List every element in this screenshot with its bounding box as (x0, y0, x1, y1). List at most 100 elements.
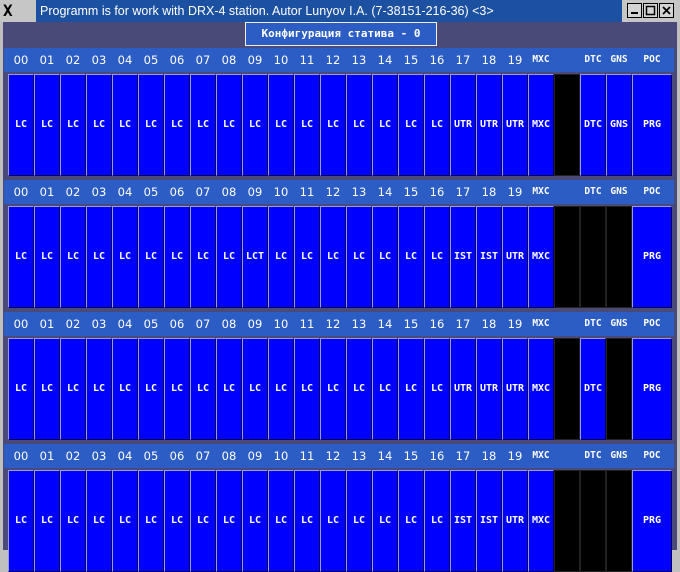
board-slot-lc[interactable]: LC (372, 338, 398, 440)
board-slot-utr[interactable]: UTR (502, 74, 528, 176)
board-slot-lc[interactable]: LC (86, 338, 112, 440)
board-slot-lc[interactable]: LC (398, 74, 424, 176)
board-slot-lc[interactable]: LC (8, 338, 34, 440)
board-slot-lc[interactable]: LC (190, 470, 216, 572)
board-slot-lc[interactable]: LC (242, 470, 268, 572)
board-slot-mxc[interactable]: MXC (528, 206, 554, 308)
board-slot-lc[interactable]: LC (60, 338, 86, 440)
board-slot-prg[interactable]: PRG (632, 74, 672, 176)
board-slot-mxc[interactable]: MXC (528, 74, 554, 176)
board-slot-lc[interactable]: LC (398, 338, 424, 440)
board-slot-mxc[interactable]: MXC (528, 338, 554, 440)
board-slot-lc[interactable]: LC (112, 338, 138, 440)
board-slot-lc[interactable]: LC (190, 338, 216, 440)
board-slot-mxc[interactable]: MXC (528, 470, 554, 572)
board-slot-lc[interactable]: LC (294, 206, 320, 308)
empty-slot[interactable] (606, 338, 632, 440)
board-slot-lc[interactable]: LC (8, 206, 34, 308)
board-slot-lc[interactable]: LC (294, 470, 320, 572)
board-slot-lc[interactable]: LC (34, 206, 60, 308)
x-window-icon[interactable]: X (3, 2, 21, 20)
board-slot-utr[interactable]: UTR (450, 74, 476, 176)
board-slot-utr[interactable]: UTR (476, 74, 502, 176)
board-slot-lc[interactable]: LC (268, 338, 294, 440)
board-slot-lc[interactable]: LC (34, 470, 60, 572)
board-slot-lc[interactable]: LC (138, 338, 164, 440)
board-slot-lc[interactable]: LC (34, 338, 60, 440)
board-slot-lc[interactable]: LC (112, 74, 138, 176)
board-slot-lc[interactable]: LC (216, 338, 242, 440)
board-slot-lc[interactable]: LC (424, 470, 450, 572)
board-slot-lc[interactable]: LC (112, 206, 138, 308)
board-slot-utr[interactable]: UTR (502, 338, 528, 440)
board-slot-lc[interactable]: LC (346, 470, 372, 572)
maximize-button[interactable] (643, 3, 658, 18)
board-slot-lc[interactable]: LC (8, 470, 34, 572)
board-slot-lc[interactable]: LC (60, 470, 86, 572)
board-slot-lc[interactable]: LC (294, 338, 320, 440)
board-slot-lc[interactable]: LC (34, 74, 60, 176)
board-slot-lct[interactable]: LCT (242, 206, 268, 308)
empty-slot[interactable] (554, 206, 580, 308)
board-slot-lc[interactable]: LC (268, 74, 294, 176)
board-slot-lc[interactable]: LC (424, 206, 450, 308)
board-slot-utr[interactable]: UTR (450, 338, 476, 440)
board-slot-lc[interactable]: LC (216, 470, 242, 572)
close-button[interactable] (659, 3, 674, 18)
board-slot-lc[interactable]: LC (372, 206, 398, 308)
board-slot-lc[interactable]: LC (320, 470, 346, 572)
board-slot-lc[interactable]: LC (320, 74, 346, 176)
empty-slot[interactable] (554, 338, 580, 440)
board-slot-lc[interactable]: LC (346, 338, 372, 440)
board-slot-lc[interactable]: LC (268, 470, 294, 572)
board-slot-lc[interactable]: LC (216, 206, 242, 308)
board-slot-utr[interactable]: UTR (502, 470, 528, 572)
board-slot-lc[interactable]: LC (268, 206, 294, 308)
board-slot-gns[interactable]: GNS (606, 74, 632, 176)
board-slot-lc[interactable]: LC (112, 470, 138, 572)
board-slot-ist[interactable]: IST (450, 206, 476, 308)
board-slot-lc[interactable]: LC (242, 338, 268, 440)
board-slot-lc[interactable]: LC (398, 470, 424, 572)
board-slot-lc[interactable]: LC (138, 206, 164, 308)
empty-slot[interactable] (554, 470, 580, 572)
board-slot-lc[interactable]: LC (164, 470, 190, 572)
empty-slot[interactable] (606, 206, 632, 308)
board-slot-lc[interactable]: LC (216, 74, 242, 176)
board-slot-lc[interactable]: LC (294, 74, 320, 176)
board-slot-lc[interactable]: LC (86, 206, 112, 308)
board-slot-dtc[interactable]: DTC (580, 74, 606, 176)
board-slot-lc[interactable]: LC (346, 206, 372, 308)
board-slot-ist[interactable]: IST (450, 470, 476, 572)
board-slot-lc[interactable]: LC (372, 470, 398, 572)
empty-slot[interactable] (580, 206, 606, 308)
board-slot-prg[interactable]: PRG (632, 206, 672, 308)
board-slot-lc[interactable]: LC (320, 338, 346, 440)
board-slot-utr[interactable]: UTR (502, 206, 528, 308)
board-slot-prg[interactable]: PRG (632, 470, 672, 572)
board-slot-lc[interactable]: LC (138, 470, 164, 572)
board-slot-lc[interactable]: LC (424, 74, 450, 176)
board-slot-utr[interactable]: UTR (476, 338, 502, 440)
board-slot-lc[interactable]: LC (60, 74, 86, 176)
board-slot-lc[interactable]: LC (164, 206, 190, 308)
board-slot-lc[interactable]: LC (190, 74, 216, 176)
minimize-button[interactable] (627, 3, 642, 18)
board-slot-lc[interactable]: LC (60, 206, 86, 308)
board-slot-lc[interactable]: LC (8, 74, 34, 176)
board-slot-lc[interactable]: LC (242, 74, 268, 176)
board-slot-lc[interactable]: LC (164, 338, 190, 440)
empty-slot[interactable] (606, 470, 632, 572)
board-slot-prg[interactable]: PRG (632, 338, 672, 440)
config-title[interactable]: Конфигурация статива - 0 (245, 22, 437, 46)
board-slot-lc[interactable]: LC (346, 74, 372, 176)
empty-slot[interactable] (554, 74, 580, 176)
board-slot-lc[interactable]: LC (190, 206, 216, 308)
board-slot-ist[interactable]: IST (476, 470, 502, 572)
board-slot-lc[interactable]: LC (398, 206, 424, 308)
board-slot-lc[interactable]: LC (86, 74, 112, 176)
board-slot-lc[interactable]: LC (138, 74, 164, 176)
board-slot-lc[interactable]: LC (164, 74, 190, 176)
board-slot-dtc[interactable]: DTC (580, 338, 606, 440)
board-slot-lc[interactable]: LC (372, 74, 398, 176)
